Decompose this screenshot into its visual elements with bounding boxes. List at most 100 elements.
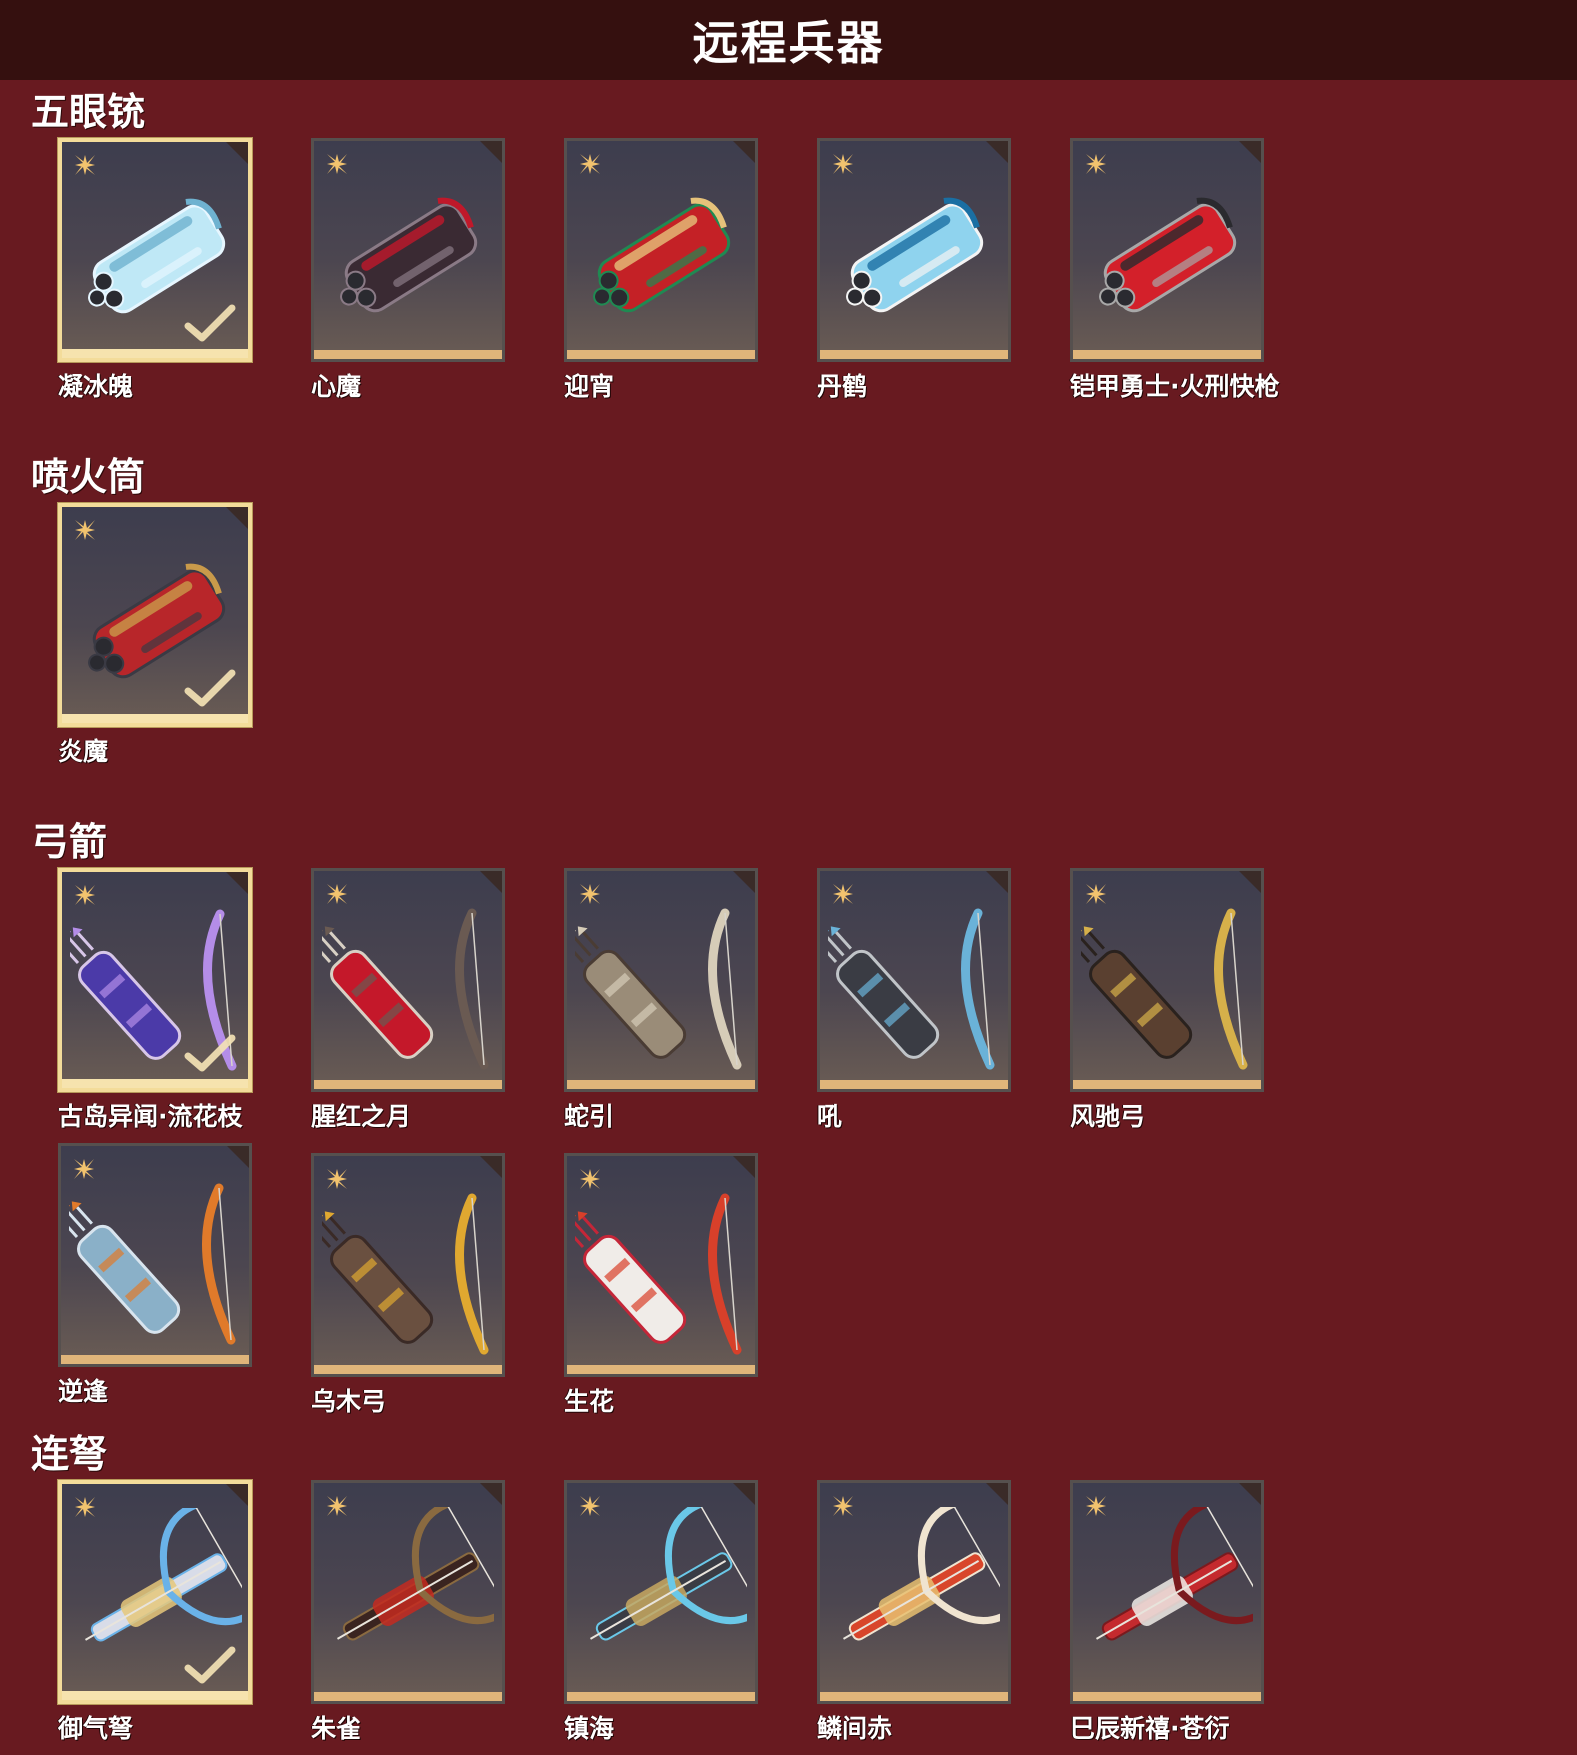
card-bottom-strip (62, 1691, 248, 1700)
weapon-name: 蛇引 (564, 1102, 615, 1131)
weapon-card[interactable] (564, 1153, 758, 1377)
weapon-card[interactable] (58, 868, 252, 1092)
weapon-item[interactable]: 生花 (564, 1153, 817, 1428)
corner-tab (733, 871, 755, 893)
weapon-item[interactable]: 铠甲勇士·火刑快枪 (1070, 138, 1323, 413)
section-title: 喷火筒 (31, 455, 146, 499)
weapon-card[interactable] (564, 868, 758, 1092)
weapon-art (336, 1507, 494, 1641)
title-bar: 远程兵器 (0, 0, 1577, 80)
rarity-star-icon (580, 884, 600, 904)
weapon-card[interactable] (1070, 868, 1264, 1092)
item-grid: 古岛异闻·流花枝 腥红之月 蛇引 吼 风驰弓 逆逢 乌木弓 生花 (31, 868, 1558, 1428)
rarity-star-icon (1086, 1496, 1106, 1516)
rarity-star-icon (833, 1496, 853, 1516)
weapon-name: 凝冰魄 (58, 372, 134, 401)
section-five-eye-gun: 五眼铳 凝冰魄 心魔 迎宵 丹鹤 铠甲勇士·火刑快枪 (0, 86, 1577, 413)
weapon-name: 巳辰新禧·苍衍 (1070, 1714, 1230, 1743)
equipped-check-icon (184, 1646, 236, 1684)
weapon-item[interactable]: 风驰弓 (1070, 868, 1323, 1143)
corner-tab (1239, 141, 1261, 163)
rarity-star-icon (74, 1159, 94, 1179)
weapon-art (575, 908, 742, 1070)
weapon-art (828, 908, 995, 1070)
weapon-card[interactable] (311, 1153, 505, 1377)
weapon-card[interactable] (311, 138, 505, 362)
weapon-art (340, 197, 478, 313)
card-bottom-strip (820, 350, 1008, 359)
weapon-item[interactable]: 巳辰新禧·苍衍 (1070, 1480, 1323, 1755)
weapon-name: 吼 (817, 1102, 843, 1131)
weapon-item[interactable]: 鳞间赤 (817, 1480, 1070, 1755)
weapon-item[interactable]: 迎宵 (564, 138, 817, 413)
corner-tab (226, 142, 248, 164)
rarity-star-icon (75, 155, 95, 175)
weapon-art (69, 1183, 236, 1345)
rarity-star-icon (580, 1496, 600, 1516)
weapon-item[interactable]: 古岛异闻·流花枝 (58, 868, 311, 1143)
rarity-star-icon (327, 1169, 347, 1189)
weapon-card[interactable] (1070, 138, 1264, 362)
weapon-art (1081, 908, 1248, 1070)
card-bottom-strip (61, 1355, 249, 1364)
weapon-card[interactable] (58, 1143, 252, 1367)
weapon-art (593, 197, 731, 313)
weapon-item[interactable]: 乌木弓 (311, 1153, 564, 1428)
equipped-check-icon (184, 304, 236, 342)
weapon-item[interactable]: 炎魔 (58, 503, 311, 778)
corner-tab (986, 871, 1008, 893)
weapon-item[interactable]: 吼 (817, 868, 1070, 1143)
weapon-item[interactable]: 蛇引 (564, 868, 817, 1143)
corner-tab (986, 141, 1008, 163)
item-grid: 凝冰魄 心魔 迎宵 丹鹤 铠甲勇士·火刑快枪 (31, 138, 1558, 413)
card-bottom-strip (314, 350, 502, 359)
weapon-card[interactable] (58, 1480, 252, 1704)
weapon-card[interactable] (311, 868, 505, 1092)
weapon-card[interactable] (817, 868, 1011, 1092)
weapon-item[interactable]: 逆逢 (58, 1143, 311, 1418)
corner-tab (226, 872, 248, 894)
weapon-card[interactable] (1070, 1480, 1264, 1704)
weapon-card[interactable] (311, 1480, 505, 1704)
weapon-card[interactable] (58, 503, 252, 727)
rarity-star-icon (327, 1496, 347, 1516)
weapon-item[interactable]: 御气弩 (58, 1480, 311, 1755)
weapon-card[interactable] (817, 138, 1011, 362)
rarity-star-icon (327, 884, 347, 904)
card-bottom-strip (314, 1365, 502, 1374)
weapon-card[interactable] (564, 138, 758, 362)
card-bottom-strip (567, 1692, 755, 1701)
weapon-art (322, 1193, 489, 1355)
card-bottom-strip (62, 1079, 248, 1088)
weapon-item[interactable]: 朱雀 (311, 1480, 564, 1755)
weapon-name: 鳞间赤 (817, 1714, 893, 1743)
rarity-star-icon (1086, 884, 1106, 904)
weapon-name: 迎宵 (564, 372, 615, 401)
weapon-item[interactable]: 腥红之月 (311, 868, 564, 1143)
rarity-star-icon (580, 154, 600, 174)
weapon-card[interactable] (58, 138, 252, 362)
weapon-item[interactable]: 凝冰魄 (58, 138, 311, 413)
weapon-art (846, 197, 984, 313)
section-title: 五眼铳 (31, 90, 146, 134)
corner-tab (480, 1483, 502, 1505)
corner-tab (480, 871, 502, 893)
corner-tab (1239, 1483, 1261, 1505)
corner-tab (733, 141, 755, 163)
card-bottom-strip (1073, 1692, 1261, 1701)
section-flamethrower: 喷火筒 炎魔 (0, 451, 1577, 778)
weapon-item[interactable]: 丹鹤 (817, 138, 1070, 413)
weapon-item[interactable]: 心魔 (311, 138, 564, 413)
equipped-check-icon (184, 669, 236, 707)
card-bottom-strip (1073, 350, 1261, 359)
weapon-card[interactable] (564, 1480, 758, 1704)
corner-tab (226, 1484, 248, 1506)
weapon-item[interactable]: 镇海 (564, 1480, 817, 1755)
weapon-name: 古岛异闻·流花枝 (58, 1102, 243, 1131)
weapon-art (589, 1507, 747, 1641)
card-bottom-strip (567, 1080, 755, 1089)
weapon-card[interactable] (817, 1480, 1011, 1704)
weapon-art (1095, 1507, 1253, 1641)
rarity-star-icon (580, 1169, 600, 1189)
weapon-name: 丹鹤 (817, 372, 868, 401)
